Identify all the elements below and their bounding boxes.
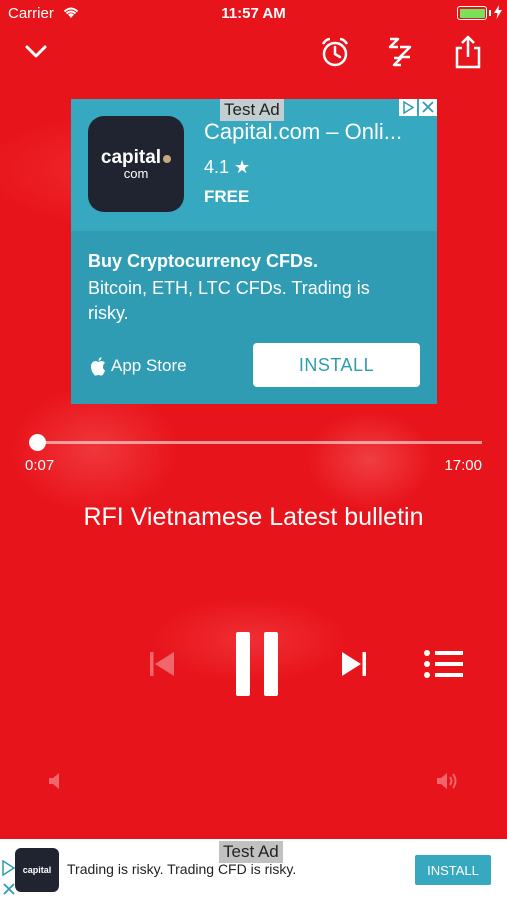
bottom-install-button[interactable]: INSTALL [415,855,491,885]
close-icon[interactable] [419,99,437,116]
duration-time: 17:00 [444,457,482,474]
status-bar: Carrier 11:57 AM [0,0,507,28]
sleep-zzz-icon[interactable] [384,34,420,70]
bottom-test-ad-label: Test Ad [219,841,283,863]
bottom-ad-text: Trading is risky. Trading CFD is risky. [67,861,297,877]
charging-bolt-icon [494,5,502,23]
battery-icon [457,6,487,20]
bottom-ad-banner[interactable]: Test Ad capital Trading is risky. Tradin… [0,839,507,900]
share-icon[interactable] [450,34,486,70]
bottom-logo-text: capital [22,865,52,875]
app-logo: capital com [88,116,184,212]
ad-choices[interactable] [399,99,437,116]
playlist-icon[interactable] [423,650,465,678]
skip-next-icon[interactable] [339,649,369,679]
ad-banner[interactable]: Test Ad capital com Capital.com – Onli..… [71,99,437,404]
pause-icon[interactable] [236,632,280,696]
app-store-label: App Store [111,356,187,375]
app-store-badge: App Store [90,356,187,376]
apple-icon [91,356,105,376]
close-icon [3,883,15,895]
bottom-app-logo: capital [15,848,59,892]
status-time: 11:57 AM [221,5,286,22]
ad-price: FREE [204,187,250,206]
elapsed-time: 0:07 [25,457,55,474]
volume-high-icon [436,771,460,791]
ad-rating: 4.1 ★ [204,157,251,177]
track-title: RFI Vietnamese Latest bulletin [83,503,424,531]
battery-nub [489,10,491,16]
logo-sub-text: com [123,166,149,181]
volume-low-icon [48,771,64,791]
skip-previous-icon[interactable] [147,649,177,679]
install-button[interactable]: INSTALL [253,343,420,387]
ad-info-icon [2,859,16,877]
ad-app-name: Capital.com – Onli... [204,119,403,144]
logo-main-text: capital [100,147,162,168]
alarm-clock-icon[interactable] [317,34,353,70]
chevron-down-icon[interactable] [18,34,54,70]
ad-body: Bitcoin, ETH, LTC CFDs. Trading is risky… [88,278,370,323]
progress-knob[interactable] [28,434,46,451]
test-ad-label: Test Ad [220,99,284,121]
ad-headline: Buy Cryptocurrency CFDs. [88,251,319,271]
ad-info-icon[interactable] [399,99,417,116]
progress-track[interactable] [34,441,482,444]
